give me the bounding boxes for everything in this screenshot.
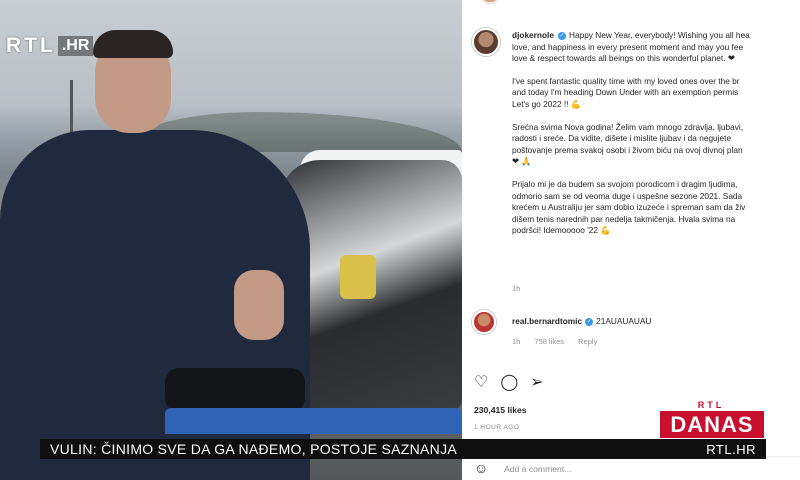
comment-reply-button[interactable]: Reply — [578, 337, 597, 346]
caption-line-2: love, and happiness in every present mom… — [512, 41, 744, 52]
caption-line-1: Happy New Year, everybody! Wishing you a… — [568, 30, 750, 40]
cart-bag — [165, 368, 305, 412]
luggage-patch — [340, 255, 376, 299]
caption-p4-line-3: krećem u Australiju jer sam dobio izuzeć… — [512, 202, 746, 213]
caption-p4-line-1: Prijalo mi je da budem sa svojom porodic… — [512, 178, 738, 189]
likes-count[interactable]: 230,415 likes — [474, 405, 527, 415]
comment-icon[interactable]: ◯ — [500, 374, 518, 392]
heart-icon[interactable]: ♡ — [474, 374, 488, 392]
post-date: 1 HOUR AGO — [474, 424, 520, 431]
caption-timestamp: 1h — [512, 284, 521, 293]
airport-photo: RTL .HR — [0, 0, 462, 480]
caption-p3-line-2: radosti i sreće. Da vidite, dišete i mis… — [512, 133, 732, 144]
ticker-site: RTL.HR — [706, 441, 756, 457]
comment-likes[interactable]: 758 likes — [534, 337, 564, 346]
add-comment-input[interactable]: Add a comment... — [504, 464, 571, 474]
comment-username[interactable]: real.bernardtomic — [512, 316, 582, 326]
rtl-logo-suffix: .HR — [57, 36, 94, 56]
caption-p2-line-3: Let's go 2022 !! 💪 — [512, 98, 582, 109]
top-avatar — [478, 0, 502, 4]
comment-verified-icon: ✓ — [585, 317, 594, 326]
add-comment-bar[interactable]: ☺ Add a comment... — [462, 456, 800, 480]
news-ticker: VULIN: ČINIMO SVE DA GA NAĐEMO, POSTOJE … — [40, 439, 766, 459]
ticker-headline: VULIN: ČINIMO SVE DA GA NAĐEMO, POSTOJE … — [50, 441, 458, 457]
comment-text-row: real.bernardtomic ✓ 21AUAUAUAU — [512, 316, 651, 326]
bernardtomic-avatar[interactable] — [472, 310, 496, 334]
share-icon[interactable]: ➢ — [530, 374, 543, 392]
comment-body: 21AUAUAUAU — [596, 316, 652, 326]
djokernole-avatar[interactable] — [472, 28, 500, 56]
luggage-cart — [165, 408, 462, 434]
caption-p4-line-2: odmorio sam se od veoma duge i uspešne s… — [512, 190, 743, 201]
emoji-icon[interactable]: ☺ — [474, 460, 488, 476]
caption-p3-line-1: Srećna svima Nova godina! Želim vam mnog… — [512, 121, 744, 132]
rtl-logo-text: RTL — [6, 34, 56, 57]
caption-p4-line-4: dišem tenis narednih par nedelja takmiče… — [512, 213, 736, 224]
rtl-danas-logo: RTL DANAS — [660, 400, 764, 438]
caption-p3-line-4: ❤ 🙏 — [512, 156, 532, 167]
person-arm — [234, 270, 284, 340]
verified-icon: ✓ — [557, 31, 566, 40]
danas-logo-rtl: RTL — [680, 400, 742, 410]
comment-time: 1h — [512, 337, 521, 346]
caption-username[interactable]: djokernole — [512, 30, 554, 40]
caption-line-3: love & respect towards all beings on thi… — [512, 53, 735, 64]
caption-p3-line-3: poštovanje prema svakoj osobi i živom bi… — [512, 144, 743, 155]
post-actions: ♡ ◯ ➢ — [474, 374, 544, 392]
caption-p4-line-5: podršci! Idemooooo '22 💪 — [512, 225, 611, 236]
danas-logo-main: DANAS — [660, 411, 764, 438]
caption-p2-line-2: and today I'm heading Down Under with an… — [512, 87, 739, 98]
caption-p2-line-1: I've spent fantastic quality time with m… — [512, 75, 740, 86]
comment-meta: 1h 758 likes Reply — [512, 337, 609, 346]
caption-text: djokernole ✓ Happy New Year, everybody! Wi… — [512, 30, 800, 248]
rtl-hr-logo: RTL .HR — [6, 34, 94, 58]
person-hair — [93, 30, 173, 58]
